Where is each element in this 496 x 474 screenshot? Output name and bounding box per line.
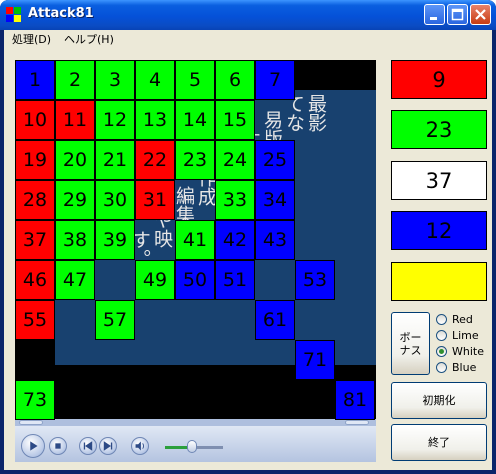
board-cell[interactable]: 4 [135,60,175,100]
board-cell[interactable]: 23 [175,140,215,180]
board-cell[interactable]: 7 [255,60,295,100]
board-cell[interactable]: 61 [255,300,295,340]
exit-button-label: 終了 [428,436,450,449]
menu-bar: 処理(D) ヘルプ(H) [4,30,492,49]
board-cell[interactable]: 28 [15,180,55,220]
board-cell[interactable]: 50 [175,260,215,300]
radio-label: White [452,345,484,358]
board-cell[interactable]: 38 [55,220,95,260]
maximize-icon [451,8,464,21]
color-counter-lime: 23 [391,110,487,149]
board-cell[interactable]: 6 [215,60,255,100]
board-cell[interactable]: 43 [255,220,295,260]
board-cell[interactable]: 46 [15,260,55,300]
board-cell[interactable]: 47 [55,260,95,300]
board-cell[interactable]: 29 [55,180,95,220]
next-icon [103,441,113,451]
board-cell[interactable]: 34 [255,180,295,220]
stop-icon [55,443,61,449]
game-board: 最影 てな 易版 すの 想さ 作成 編集 や映 す。ご [15,60,376,462]
radio-label: Red [452,313,473,326]
board-cell[interactable]: 31 [135,180,175,220]
radio-button[interactable] [436,314,447,325]
bonus-button-label: ボーナス [399,330,422,357]
board-cell[interactable]: 42 [215,220,255,260]
board-cell[interactable]: 41 [175,220,215,260]
color-counter-red: 9 [391,60,487,99]
color-counter-yellow [391,262,487,301]
board-cell[interactable]: 33 [215,180,255,220]
bonus-button[interactable]: ボーナス [391,312,430,375]
board-cell[interactable]: 14 [175,100,215,140]
video-caption-text: 最影 [305,94,327,132]
board-cell[interactable]: 2 [55,60,95,100]
minimize-button[interactable] [424,4,445,25]
board-cell[interactable]: 5 [175,60,215,100]
volume-thumb[interactable] [187,440,197,453]
client-area: 処理(D) ヘルプ(H) 最影 てな 易版 すの 想さ 作成 編集 や映 す。ご [4,30,492,470]
board-cell[interactable]: 81 [335,380,375,420]
stop-button[interactable] [49,437,67,455]
board-cell[interactable]: 39 [95,220,135,260]
next-button[interactable] [99,437,117,455]
board-cell[interactable]: 1 [15,60,55,100]
radio-label: Lime [452,329,479,342]
seek-forward-handle[interactable] [345,420,369,425]
title-bar[interactable]: Attack81 [0,0,496,30]
board-cell[interactable]: 11 [55,100,95,140]
speaker-icon [135,441,144,451]
radio-button[interactable] [436,362,447,373]
board-cell[interactable]: 71 [295,340,335,380]
exit-button[interactable]: 終了 [391,424,487,461]
board-cell[interactable]: 30 [95,180,135,220]
board-cell[interactable]: 15 [215,100,255,140]
radio-label: Blue [452,361,477,374]
minimize-icon [430,17,437,20]
board-cell[interactable]: 51 [215,260,255,300]
app-window: Attack81 処理(D) ヘルプ(H) 最影 てな 易版 すの 想さ 作成 … [0,0,496,474]
reset-button-label: 初期化 [422,394,456,407]
board-cell[interactable]: 37 [15,220,55,260]
board-cell[interactable]: 13 [135,100,175,140]
board-cell[interactable]: 3 [95,60,135,100]
maximize-button[interactable] [447,4,468,25]
play-button[interactable] [21,434,45,458]
color-counter-white: 37 [391,161,487,200]
previous-button[interactable] [79,437,97,455]
seek-back-handle[interactable] [19,420,43,425]
app-icon [6,7,22,23]
radio-button[interactable] [436,346,447,357]
close-icon [475,9,486,20]
menu-help[interactable]: ヘルプ(H) [58,31,120,48]
board-cell[interactable]: 10 [15,100,55,140]
board-cell[interactable]: 22 [135,140,175,180]
video-caption-text: 編集 [173,186,195,224]
board-cell[interactable]: 19 [15,140,55,180]
board-cell[interactable]: 20 [55,140,95,180]
window-title: Attack81 [28,6,94,21]
reset-button[interactable]: 初期化 [391,382,487,419]
menu-process[interactable]: 処理(D) [6,31,57,48]
board-cell[interactable]: 12 [95,100,135,140]
color-counter-blue: 12 [391,211,487,250]
board-cell[interactable]: 53 [295,260,335,300]
board-cell[interactable]: 73 [15,380,55,420]
board-cell[interactable]: 25 [255,140,295,180]
seek-bar[interactable] [15,419,376,426]
previous-icon [83,441,93,451]
board-cell[interactable]: 57 [95,300,135,340]
board-cell[interactable]: 49 [135,260,175,300]
mute-button[interactable] [131,437,149,455]
close-button[interactable] [470,4,491,25]
board-cell[interactable]: 21 [95,140,135,180]
radio-button[interactable] [436,330,447,341]
play-icon [30,441,38,451]
board-cell[interactable]: 55 [15,300,55,340]
board-cell[interactable]: 24 [215,140,255,180]
